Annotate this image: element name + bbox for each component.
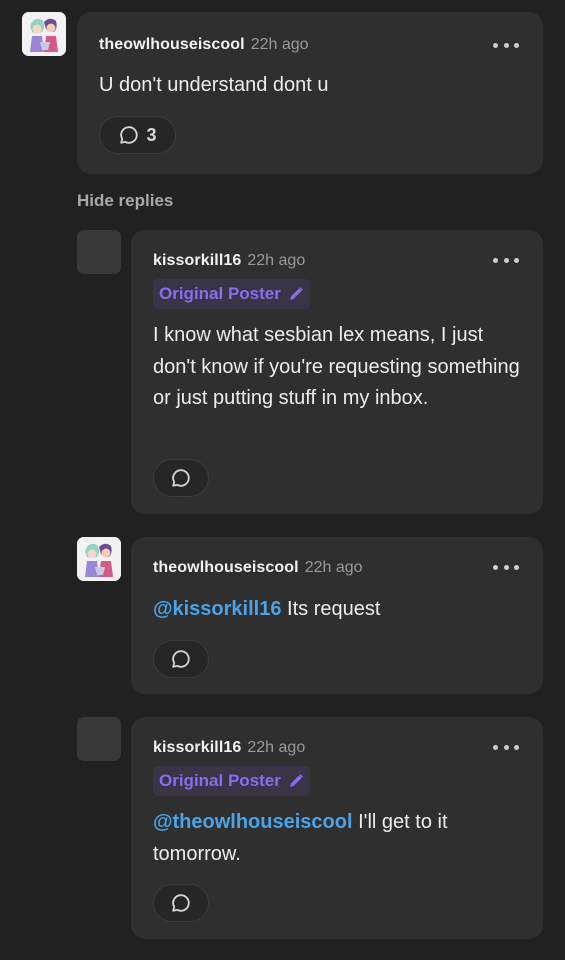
reply-card: theowlhouseiscool 22h ago @kissorkill16 I… (131, 537, 543, 694)
reply-card: kissorkill16 22h ago Original Poster I kn… (131, 230, 543, 514)
more-options-button[interactable] (493, 41, 519, 49)
comment-meta: theowlhouseiscool 22h ago (153, 559, 363, 577)
user-mention[interactable]: @kissorkill16 (153, 598, 281, 620)
username[interactable]: kissorkill16 (153, 739, 241, 756)
comments-thread: theowlhouseiscool 22h ago U don't underst… (0, 0, 565, 960)
timestamp: 22h ago (250, 36, 309, 53)
pencil-icon (289, 287, 303, 300)
more-options-button[interactable] (493, 563, 519, 571)
reply-button[interactable]: 3 (99, 116, 176, 154)
comment-text: I know what sesbian lex means, I just do… (153, 324, 520, 409)
speech-bubble-icon (172, 650, 190, 668)
speech-bubble-icon (120, 126, 139, 144)
more-dots-icon (493, 564, 498, 570)
speech-bubble-icon (172, 894, 190, 912)
comment-card: theowlhouseiscool 22h ago U don't underst… (77, 12, 543, 174)
more-options-button[interactable] (493, 743, 519, 751)
comment-text-body: Its request (281, 598, 381, 620)
reply-card: kissorkill16 22h ago Original Poster @the… (131, 717, 543, 939)
comment-text: @kissorkill16 Its request (153, 594, 521, 626)
badge-label: Original Poster (159, 284, 281, 303)
comment-meta: kissorkill16 22h ago (153, 252, 305, 270)
username[interactable]: theowlhouseiscool (153, 559, 299, 576)
avatar[interactable] (77, 230, 121, 274)
user-mention[interactable]: @theowlhouseiscool (153, 811, 353, 833)
avatar[interactable] (77, 717, 121, 761)
badge-label: Original Poster (159, 771, 281, 790)
original-poster-badge: Original Poster (153, 279, 310, 309)
username[interactable]: theowlhouseiscool (99, 36, 245, 53)
more-options-button[interactable] (493, 256, 519, 264)
comment-meta: kissorkill16 22h ago (153, 739, 305, 757)
comment-meta: theowlhouseiscool 22h ago (99, 36, 309, 54)
more-dots-icon (493, 257, 498, 263)
more-dots-icon (493, 744, 498, 750)
avatar[interactable] (77, 537, 121, 581)
avatar[interactable] (22, 12, 66, 56)
comment-text: @theowlhouseiscool I'll get to it tomorr… (153, 807, 521, 870)
username[interactable]: kissorkill16 (153, 252, 241, 269)
original-poster-badge: Original Poster (153, 766, 310, 796)
comment-text: U don't understand dont u (99, 74, 329, 96)
more-dots-icon (493, 42, 498, 48)
hide-replies-link[interactable]: Hide replies (77, 191, 173, 211)
reply-button[interactable] (153, 459, 209, 497)
speech-bubble-icon (172, 469, 190, 487)
timestamp: 22h ago (247, 739, 306, 756)
timestamp: 22h ago (304, 559, 363, 576)
reply-button[interactable] (153, 884, 209, 922)
avatar-image (77, 537, 121, 581)
reply-button[interactable] (153, 640, 209, 678)
reply-count: 3 (146, 124, 157, 145)
timestamp: 22h ago (247, 252, 306, 269)
pencil-icon (289, 774, 303, 787)
avatar-image (22, 12, 66, 56)
